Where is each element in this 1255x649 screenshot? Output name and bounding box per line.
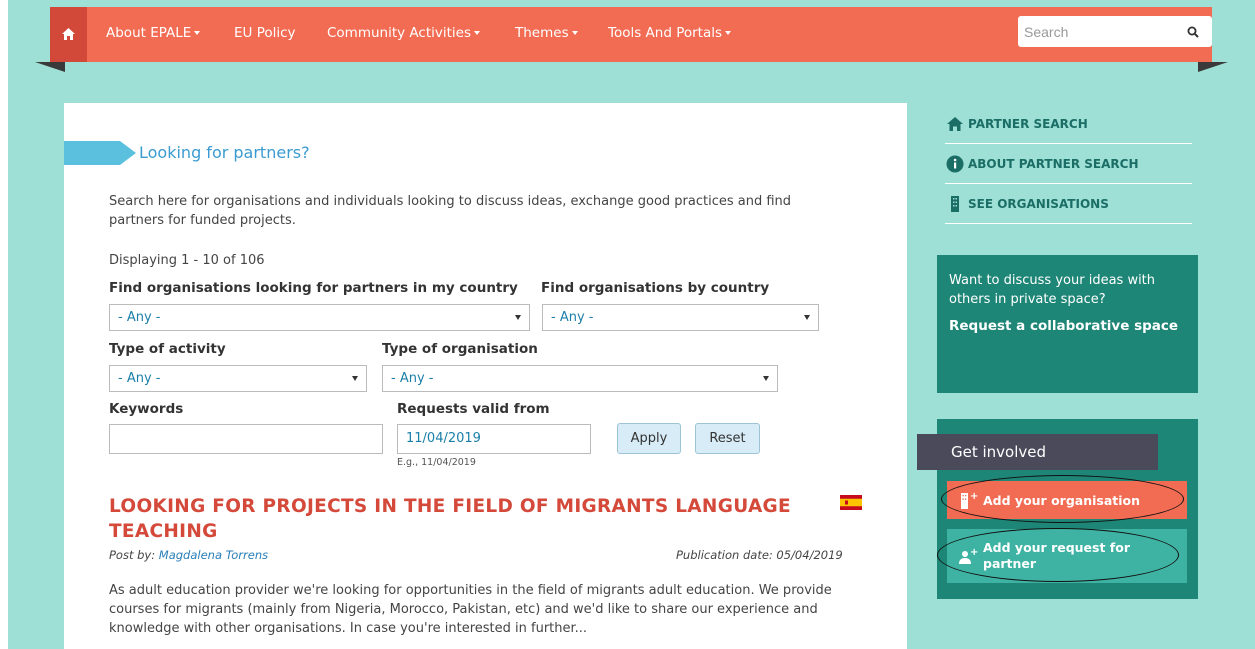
by-country-label: Find organisations by country	[541, 280, 770, 296]
apply-button[interactable]: Apply	[617, 423, 681, 454]
my-country-label: Find organisations looking for partners …	[109, 280, 518, 296]
ribbon-fold-left	[35, 62, 65, 72]
intro-text: Search here for organisations and indivi…	[109, 194, 792, 228]
caret-down-icon	[194, 31, 201, 35]
post-excerpt: As adult education provider we're lookin…	[109, 583, 832, 636]
date-format-hint: E.g., 11/04/2019	[397, 457, 476, 468]
add-organisation-button[interactable]: + Add your organisation	[947, 481, 1187, 519]
post-author-line: Post by: Magdalena Torrens	[109, 548, 268, 562]
reset-button[interactable]: Reset	[695, 423, 760, 454]
nav-about-epale[interactable]: About EPALE	[106, 25, 201, 41]
organisation-type-label: Type of organisation	[382, 341, 538, 357]
spain-flag-icon	[840, 495, 862, 510]
add-user-icon: +	[953, 546, 983, 566]
activity-type-label: Type of activity	[109, 341, 226, 357]
search-box	[1018, 16, 1212, 47]
sidebar-link-label: PARTNER SEARCH	[968, 116, 1088, 131]
organisation-type-select[interactable]: - Any -	[382, 365, 778, 392]
search-input[interactable]	[1018, 16, 1168, 47]
svg-text:+: +	[970, 547, 978, 558]
keywords-input[interactable]	[109, 424, 383, 454]
add-partner-request-button[interactable]: + Add your request for partner	[947, 529, 1187, 583]
get-involved-heading: Get involved	[917, 434, 1158, 470]
info-icon	[945, 154, 965, 174]
keywords-label: Keywords	[109, 401, 184, 417]
select-arrow-icon	[515, 315, 521, 320]
by-country-select[interactable]: - Any -	[542, 304, 819, 331]
caret-down-icon	[474, 31, 481, 35]
post-title-link[interactable]: LOOKING FOR PROJECTS IN THE FIELD OF MIG…	[109, 494, 829, 544]
sidebar-link-label: SEE ORGANISATIONS	[968, 196, 1109, 211]
nav-tools-and-portals[interactable]: Tools And Portals	[608, 25, 732, 41]
add-building-icon: +	[953, 490, 983, 510]
valid-from-date-input[interactable]: 11/04/2019	[397, 424, 591, 454]
select-arrow-icon	[804, 315, 810, 320]
publication-date: Publication date: 05/04/2019	[676, 548, 843, 562]
author-link[interactable]: Magdalena Torrens	[159, 548, 268, 562]
home-icon	[62, 25, 75, 44]
svg-text:+: +	[970, 491, 978, 502]
title-ribbon-decoration	[64, 141, 136, 165]
ribbon-fold-right	[1198, 62, 1228, 72]
sidebar-link-label: ABOUT PARTNER SEARCH	[968, 156, 1139, 171]
sidebar-partner-search[interactable]: PARTNER SEARCH	[945, 104, 1192, 144]
results-count: Displaying 1 - 10 of 106	[109, 253, 265, 268]
home-icon	[945, 114, 965, 134]
nav-community-activities[interactable]: Community Activities	[327, 25, 481, 41]
nav-themes[interactable]: Themes	[515, 25, 578, 41]
nav-eu-policy[interactable]: EU Policy	[234, 25, 296, 41]
add-organisation-label: Add your organisation	[983, 492, 1141, 508]
request-collaborative-space-link[interactable]: Request a collaborative space	[949, 317, 1186, 336]
select-arrow-icon	[352, 376, 358, 381]
page-title: Looking for partners?	[139, 143, 310, 162]
search-icon	[1187, 23, 1199, 42]
valid-from-label: Requests valid from	[397, 401, 550, 417]
home-button[interactable]	[50, 7, 87, 62]
activity-type-select[interactable]: - Any -	[109, 365, 367, 392]
building-icon	[945, 194, 965, 214]
collab-question: Want to discuss your ideas with others i…	[949, 273, 1156, 307]
my-country-select[interactable]: - Any -	[109, 304, 530, 331]
caret-down-icon	[725, 31, 732, 35]
sidebar-see-organisations[interactable]: SEE ORGANISATIONS	[945, 184, 1192, 224]
search-button[interactable]	[1178, 21, 1208, 43]
post-by-prefix: Post by:	[109, 548, 159, 562]
sidebar-about-partner-search[interactable]: ABOUT PARTNER SEARCH	[945, 144, 1192, 184]
collaborative-space-panel: Want to discuss your ideas with others i…	[937, 255, 1198, 393]
select-arrow-icon	[763, 376, 769, 381]
caret-down-icon	[571, 31, 578, 35]
add-partner-request-label: Add your request for partner	[983, 540, 1130, 571]
